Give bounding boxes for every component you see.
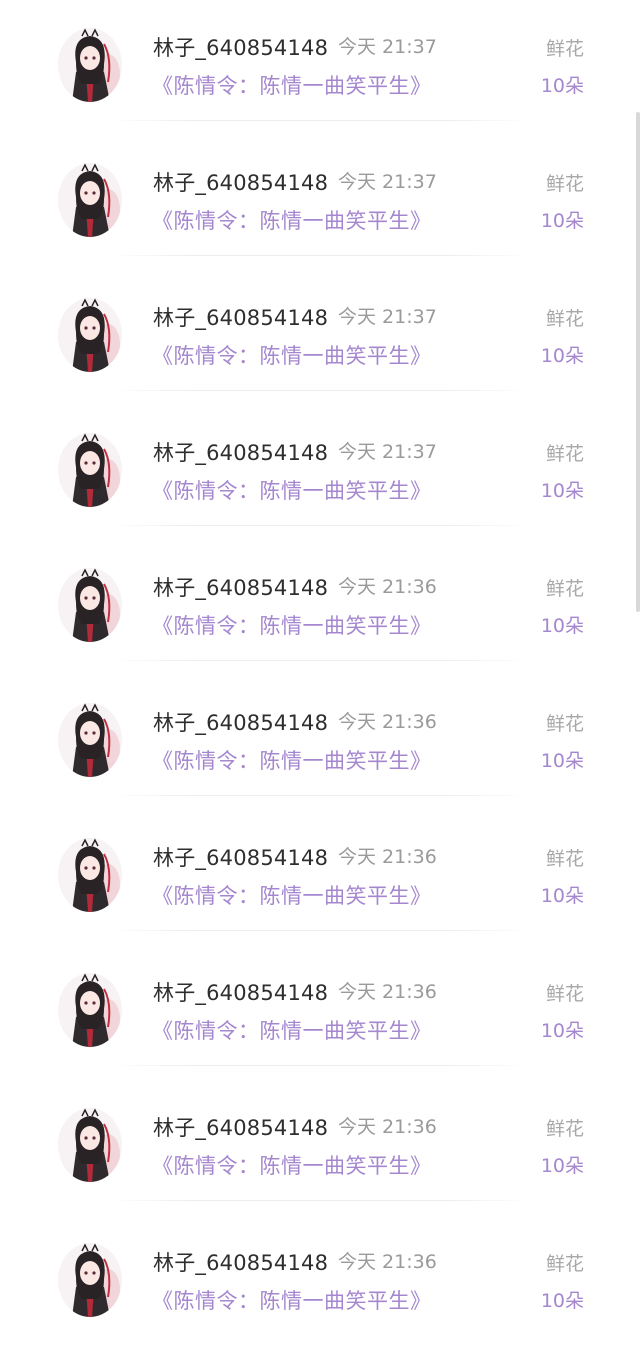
timestamp: 今天 21:37 (338, 306, 437, 328)
book-title-link[interactable]: 《陈情令：陈情一曲笑平生》 (152, 880, 432, 910)
user-avatar[interactable] (58, 703, 122, 777)
user-avatar[interactable] (58, 433, 122, 507)
book-title-link[interactable]: 《陈情令：陈情一曲笑平生》 (152, 205, 432, 235)
timestamp: 今天 21:36 (338, 711, 437, 733)
gift-count: 10朵 (540, 210, 584, 232)
row-divider (110, 525, 530, 526)
gift-count: 10朵 (540, 885, 584, 907)
avatar-icon (58, 703, 122, 777)
gift-count: 10朵 (540, 1020, 584, 1042)
username[interactable]: 林子_640854148 (153, 167, 328, 197)
timestamp: 今天 21:36 (338, 1116, 437, 1138)
avatar-icon (58, 1243, 122, 1317)
username[interactable]: 林子_640854148 (153, 842, 328, 872)
list-item[interactable]: 林子_640854148 今天 21:36 《陈情令：陈情一曲笑平生》 鲜花 1… (0, 1080, 640, 1215)
username[interactable]: 林子_640854148 (153, 572, 328, 602)
username[interactable]: 林子_640854148 (153, 302, 328, 332)
book-title-link[interactable]: 《陈情令：陈情一曲笑平生》 (152, 340, 432, 370)
avatar-icon (58, 1108, 122, 1182)
avatar-icon (58, 298, 122, 372)
gift-count: 10朵 (540, 615, 584, 637)
user-avatar[interactable] (58, 973, 122, 1047)
username[interactable]: 林子_640854148 (153, 1112, 328, 1142)
username[interactable]: 林子_640854148 (153, 437, 328, 467)
gift-type-label: 鲜花 (545, 443, 584, 465)
gift-type-label: 鲜花 (545, 1253, 584, 1275)
list-item[interactable]: 林子_640854148 今天 21:36 《陈情令：陈情一曲笑平生》 鲜花 1… (0, 540, 640, 675)
user-avatar[interactable] (58, 163, 122, 237)
book-title-link[interactable]: 《陈情令：陈情一曲笑平生》 (152, 1285, 432, 1315)
username[interactable]: 林子_640854148 (153, 977, 328, 1007)
book-title-link[interactable]: 《陈情令：陈情一曲笑平生》 (152, 475, 432, 505)
gift-type-label: 鲜花 (545, 713, 584, 735)
list-item[interactable]: 林子_640854148 今天 21:37 《陈情令：陈情一曲笑平生》 鲜花 1… (0, 0, 640, 135)
timestamp: 今天 21:37 (338, 171, 437, 193)
user-avatar[interactable] (58, 1243, 122, 1317)
timestamp: 今天 21:36 (338, 1251, 437, 1273)
avatar-icon (58, 163, 122, 237)
avatar-icon (58, 973, 122, 1047)
user-avatar[interactable] (58, 28, 122, 102)
gift-type-label: 鲜花 (545, 578, 584, 600)
gift-count: 10朵 (540, 75, 584, 97)
gift-count: 10朵 (540, 1290, 584, 1312)
gift-count: 10朵 (540, 750, 584, 772)
timestamp: 今天 21:37 (338, 36, 437, 58)
row-divider (110, 1200, 530, 1201)
user-avatar[interactable] (58, 568, 122, 642)
timestamp: 今天 21:36 (338, 981, 437, 1003)
gift-type-label: 鲜花 (545, 983, 584, 1005)
user-avatar[interactable] (58, 298, 122, 372)
list-item[interactable]: 林子_640854148 今天 21:36 《陈情令：陈情一曲笑平生》 鲜花 1… (0, 675, 640, 810)
avatar-icon (58, 838, 122, 912)
row-divider (110, 660, 530, 661)
list-item[interactable]: 林子_640854148 今天 21:37 《陈情令：陈情一曲笑平生》 鲜花 1… (0, 270, 640, 405)
book-title-link[interactable]: 《陈情令：陈情一曲笑平生》 (152, 1015, 432, 1045)
book-title-link[interactable]: 《陈情令：陈情一曲笑平生》 (152, 610, 432, 640)
row-divider (110, 120, 530, 121)
user-avatar[interactable] (58, 838, 122, 912)
avatar-icon (58, 28, 122, 102)
gift-type-label: 鲜花 (545, 1118, 584, 1140)
book-title-link[interactable]: 《陈情令：陈情一曲笑平生》 (152, 70, 432, 100)
row-divider (110, 1065, 530, 1066)
avatar-icon (58, 568, 122, 642)
username[interactable]: 林子_640854148 (153, 1247, 328, 1277)
row-divider (110, 390, 530, 391)
username[interactable]: 林子_640854148 (153, 707, 328, 737)
row-divider (110, 930, 530, 931)
gift-type-label: 鲜花 (545, 38, 584, 60)
scrollbar[interactable] (636, 112, 640, 612)
timestamp: 今天 21:37 (338, 441, 437, 463)
list-item[interactable]: 林子_640854148 今天 21:37 《陈情令：陈情一曲笑平生》 鲜花 1… (0, 135, 640, 270)
user-avatar[interactable] (58, 1108, 122, 1182)
gift-count: 10朵 (540, 345, 584, 367)
row-divider (110, 795, 530, 796)
list-item[interactable]: 林子_640854148 今天 21:36 《陈情令：陈情一曲笑平生》 鲜花 1… (0, 1215, 640, 1350)
gift-type-label: 鲜花 (545, 173, 584, 195)
row-divider (110, 255, 530, 256)
list-item[interactable]: 林子_640854148 今天 21:37 《陈情令：陈情一曲笑平生》 鲜花 1… (0, 405, 640, 540)
book-title-link[interactable]: 《陈情令：陈情一曲笑平生》 (152, 1150, 432, 1180)
gift-count: 10朵 (540, 1155, 584, 1177)
gift-type-label: 鲜花 (545, 308, 584, 330)
avatar-icon (58, 433, 122, 507)
gift-count: 10朵 (540, 480, 584, 502)
gift-type-label: 鲜花 (545, 848, 584, 870)
list-item[interactable]: 林子_640854148 今天 21:36 《陈情令：陈情一曲笑平生》 鲜花 1… (0, 810, 640, 945)
timestamp: 今天 21:36 (338, 846, 437, 868)
username[interactable]: 林子_640854148 (153, 32, 328, 62)
book-title-link[interactable]: 《陈情令：陈情一曲笑平生》 (152, 745, 432, 775)
list-item[interactable]: 林子_640854148 今天 21:36 《陈情令：陈情一曲笑平生》 鲜花 1… (0, 945, 640, 1080)
timestamp: 今天 21:36 (338, 576, 437, 598)
